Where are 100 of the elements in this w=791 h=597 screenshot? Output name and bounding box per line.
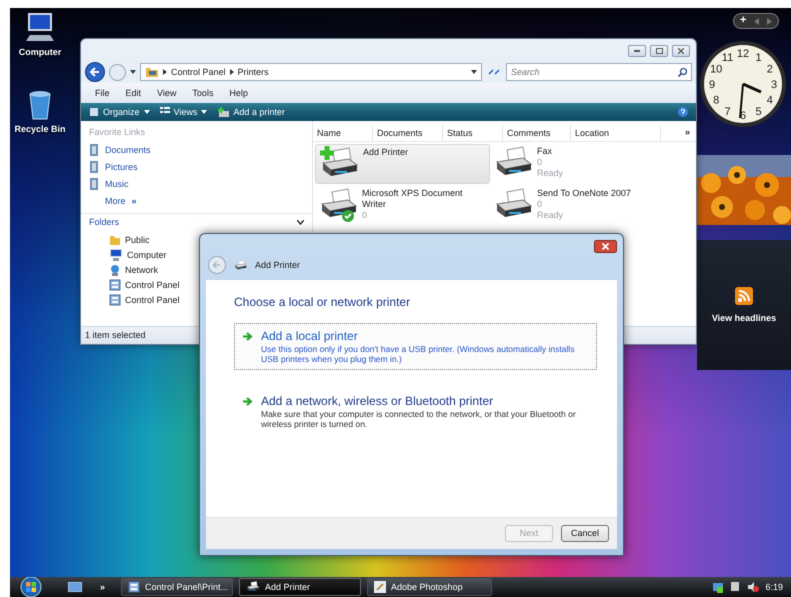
add-printer-icon [217, 106, 230, 118]
section-title: Folders [89, 216, 120, 228]
column-header[interactable]: Comments [503, 125, 571, 141]
minimize-icon [634, 50, 640, 52]
address-bar[interactable]: Control Panel Printers [140, 63, 482, 81]
document-icon [89, 144, 99, 156]
chevron-icon [230, 69, 234, 75]
breadcrumb-item[interactable]: Control Panel [171, 66, 226, 78]
search-field[interactable]: Search [506, 63, 692, 81]
caret-icon [201, 110, 208, 114]
printer-detail: Ready [537, 210, 564, 220]
printer-detail: 0 [537, 156, 544, 168]
search-icon[interactable] [678, 68, 687, 76]
folder-icon [109, 234, 121, 246]
option-description: Make sure that your computer is connected to the network, or that your Bluetooth or wireless printer is turned on. [261, 408, 577, 429]
clock-hands [739, 82, 762, 118]
organize-icon [89, 106, 99, 117]
option-description: Use this option only if you don't have a USB printer. (Windows automatically installs USB printers when you plug them in.) [261, 344, 576, 364]
option-link[interactable]: Add a local printer Use this option only if you don't have a USB printer. (Windows automatically installs USB printers when you plug them in.) [234, 323, 597, 370]
clock-numeral: 1 [755, 52, 762, 64]
control-panel-icon [109, 294, 121, 306]
favorite-link[interactable]: Music [89, 176, 308, 193]
status-text: 1 item selected [85, 330, 146, 341]
cancel-button[interactable]: Cancel [561, 525, 609, 542]
toolbar-button[interactable]: Views [160, 106, 208, 118]
maximize-icon [656, 48, 662, 54]
devices-icon [730, 581, 742, 593]
network-icon [109, 264, 121, 276]
column-header[interactable]: Location [571, 125, 661, 141]
printer-detail: 0 [537, 198, 544, 210]
recycle-bin-icon[interactable] [27, 88, 53, 120]
control-panel-icon [128, 581, 140, 593]
tree-item[interactable]: Control Panel [89, 278, 308, 293]
clock-numeral: 12 [736, 48, 750, 60]
taskbar-button[interactable]: Add Printer [239, 578, 362, 596]
add-gadget-button[interactable]: + [740, 14, 746, 28]
computer-icon[interactable] [24, 11, 56, 43]
help-icon[interactable] [678, 107, 688, 117]
taskbar-button[interactable]: Control Panel\Print... [121, 578, 234, 596]
clock-numeral: 8 [713, 94, 720, 106]
dialog-heading: Choose a local or network printer [234, 295, 412, 310]
printer-name: Microsoft XPS Document Writer [362, 188, 464, 210]
option-title: Add a network, wireless or Bluetooth printer [261, 394, 494, 409]
printer-item[interactable]: Microsoft XPS Document Writer 0 [315, 186, 490, 226]
printer-item[interactable]: Add Printer [315, 144, 490, 184]
clock-numeral: 3 [770, 79, 778, 91]
document-icon [89, 161, 99, 174]
arrow-icon [243, 397, 253, 406]
menu-item[interactable]: Tools [192, 88, 214, 98]
printer-item[interactable]: Fax 0 Ready [490, 144, 665, 184]
plus-icon [319, 145, 335, 161]
more-columns-button[interactable]: » [678, 125, 696, 141]
view-headlines-link[interactable]: View headlines [712, 312, 776, 324]
rss-icon[interactable] [735, 286, 753, 305]
menu-item[interactable]: View [157, 88, 176, 98]
menu-item[interactable]: Edit [126, 88, 142, 98]
dropdown-icon[interactable] [471, 70, 477, 74]
menu-item[interactable]: Help [229, 88, 248, 98]
option-title: Add a local printer [261, 329, 359, 344]
back-button[interactable] [85, 62, 105, 82]
column-header[interactable]: Name [313, 125, 373, 141]
tree-item[interactable]: Public [89, 232, 308, 248]
option-link[interactable]: Add a network, wireless or Bluetooth printer Make sure that your computer is connected to the network, or that your Bluetooth or wireless printer is turned on. [234, 388, 597, 435]
maximize-button[interactable] [650, 45, 668, 57]
breadcrumb-item[interactable]: Printers [238, 66, 269, 78]
close-button[interactable] [594, 240, 617, 253]
printer-name: Add Printer [363, 147, 408, 158]
clock-numeral: 11 [722, 52, 734, 64]
taskbar-button[interactable]: Adobe Photoshop [367, 578, 492, 596]
toolbar-button[interactable]: Organize [89, 106, 150, 118]
section-title: Favorite Links [89, 127, 146, 138]
icon-label: Recycle Bin [14, 124, 66, 135]
quick-launch-chevron[interactable]: » [100, 582, 106, 592]
clock-numeral: 5 [755, 106, 762, 118]
printer-folder-icon [145, 66, 159, 78]
computer-icon [109, 249, 123, 262]
more-link[interactable]: More » [89, 192, 308, 210]
menu-item[interactable]: File [95, 88, 110, 98]
previous-icon[interactable] [754, 18, 760, 24]
column-header[interactable]: Status [443, 125, 503, 141]
favorite-link[interactable]: Documents [89, 142, 308, 159]
document-icon [89, 178, 99, 190]
printer-name: Send To OneNote 2007 [537, 188, 631, 199]
minimize-button[interactable] [628, 45, 646, 57]
default-check-icon [342, 210, 354, 222]
arrow-icon [243, 332, 253, 342]
volume-muted-icon [747, 581, 760, 593]
collapse-icon[interactable] [297, 220, 304, 225]
clock-numeral: 10 [710, 64, 722, 76]
icon-label: Computer [18, 47, 62, 58]
printer-icon [234, 260, 247, 270]
favorite-link[interactable]: Pictures [89, 158, 308, 176]
printer-detail: 0 [362, 210, 368, 220]
column-header[interactable]: Documents [373, 125, 443, 141]
printer-item[interactable]: Send To OneNote 2007 0 Ready [490, 186, 665, 226]
dropdown-icon[interactable] [130, 70, 136, 74]
clock-numeral: 2 [766, 64, 773, 76]
close-button[interactable] [672, 45, 690, 57]
next-icon[interactable] [767, 18, 772, 24]
toolbar-button[interactable]: Add a printer [217, 106, 285, 118]
